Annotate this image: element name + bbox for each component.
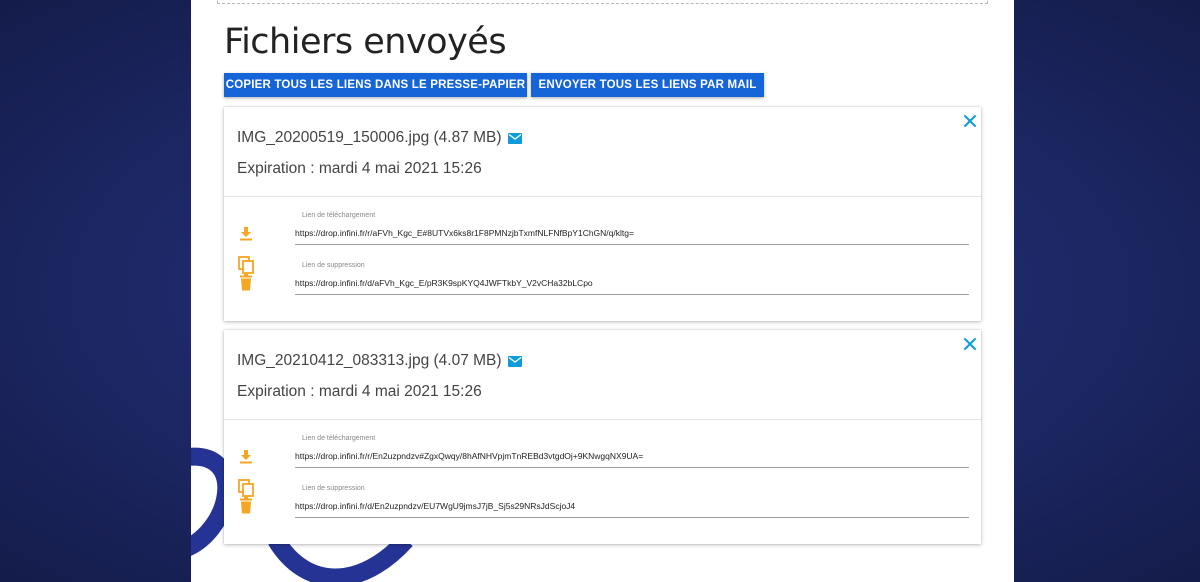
mail-icon[interactable]	[507, 132, 522, 144]
delete-link-field[interactable]: https://drop.infini.fr/d/aFVh_Kgc_E/pR3K…	[295, 278, 969, 295]
file-card: IMG_20210412_083313.jpg (4.07 MB) Expira…	[224, 330, 981, 544]
file-name: IMG_20200519_150006.jpg (4.87 MB)	[237, 129, 502, 146]
mail-icon[interactable]	[507, 355, 522, 367]
copy-icon[interactable]	[238, 479, 255, 497]
copy-icon[interactable]	[238, 256, 255, 274]
file-card: IMG_20200519_150006.jpg (4.87 MB) Expira…	[224, 107, 981, 321]
trash-icon[interactable]	[238, 497, 254, 514]
card-divider	[224, 419, 981, 420]
mail-all-links-button[interactable]: ENVOYER TOUS LES LIENS PAR MAIL	[531, 73, 764, 97]
download-link-field[interactable]: https://drop.infini.fr/r/En2uzpndzv#ZgxQ…	[295, 451, 969, 468]
trash-icon[interactable]	[238, 274, 254, 291]
page-title: Fichiers envoyés	[224, 22, 507, 62]
delete-link-label: Lien de suppression	[302, 262, 365, 269]
delete-link-field[interactable]: https://drop.infini.fr/d/En2uzpndzv/EU7W…	[295, 501, 969, 518]
copy-all-links-button[interactable]: COPIER TOUS LES LIENS DANS LE PRESSE-PAP…	[224, 73, 527, 97]
expiration-date: Expiration : mardi 4 mai 2021 15:26	[237, 383, 482, 400]
main-panel: Fichiers envoyés COPIER TOUS LES LIENS D…	[191, 0, 1014, 582]
card-divider	[224, 196, 981, 197]
close-icon[interactable]	[962, 336, 978, 352]
file-name-row: IMG_20210412_083313.jpg (4.07 MB)	[237, 352, 522, 370]
file-name-row: IMG_20200519_150006.jpg (4.87 MB)	[237, 129, 522, 147]
file-name: IMG_20210412_083313.jpg (4.07 MB)	[237, 352, 502, 369]
download-link-field[interactable]: https://drop.infini.fr/r/aFVh_Kgc_E#8UTV…	[295, 228, 969, 245]
drop-zone-border	[217, 0, 988, 4]
download-icon[interactable]	[238, 448, 254, 464]
delete-link-label: Lien de suppression	[302, 485, 365, 492]
download-icon[interactable]	[238, 225, 254, 241]
close-icon[interactable]	[962, 113, 978, 129]
download-link-label: Lien de téléchargement	[302, 435, 376, 442]
download-link-label: Lien de téléchargement	[302, 212, 376, 219]
expiration-date: Expiration : mardi 4 mai 2021 15:26	[237, 160, 482, 177]
